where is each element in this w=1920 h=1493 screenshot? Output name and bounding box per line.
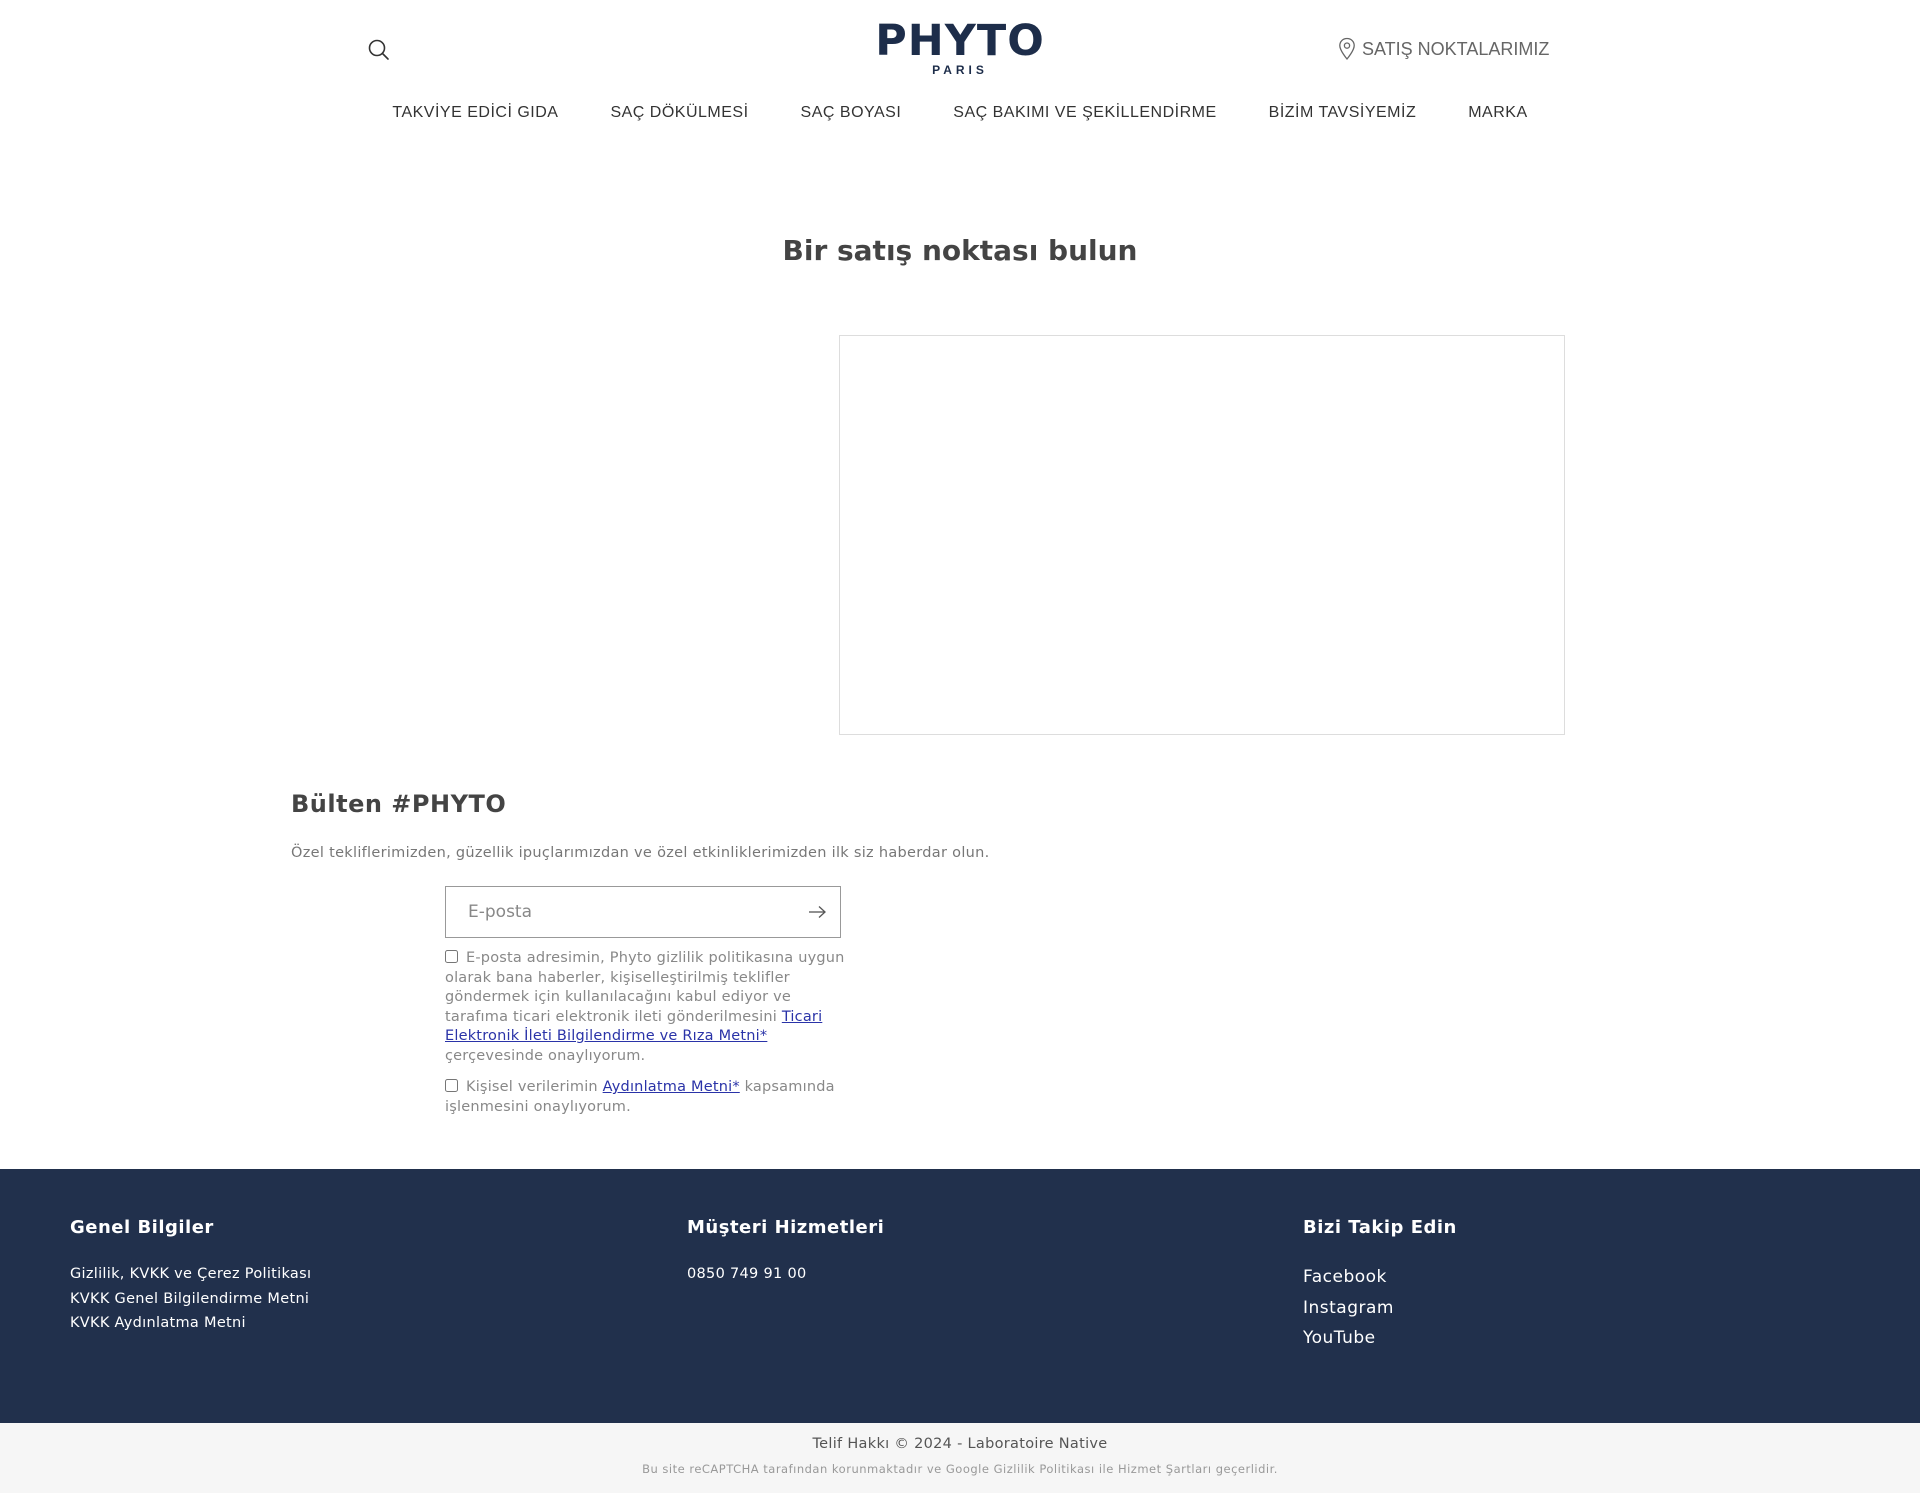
footer-facebook-link[interactable]: Facebook (1303, 1262, 1457, 1293)
store-map[interactable] (839, 335, 1565, 735)
marketing-consent-checkbox[interactable] (445, 950, 458, 963)
nav-item-hair-color[interactable]: SAÇ BOYASI (801, 104, 902, 122)
footer-phone[interactable]: 0850 749 91 00 (687, 1266, 884, 1282)
recaptcha-notice: Bu site reCAPTCHA tarafından korunmaktad… (642, 1462, 1278, 1476)
search-icon[interactable] (365, 36, 393, 64)
privacy-consent: Kişisel verilerimin Aydınlatma Metni* ka… (445, 1078, 845, 1117)
footer-customer-title: Müşteri Hizmetleri (687, 1217, 885, 1238)
footer-kvkk-clarification-link[interactable]: KVKK Aydınlatma Metni (70, 1311, 311, 1336)
marketing-consent: E-posta adresimin, Phyto gizlilik politi… (445, 949, 845, 1066)
footer-bottom-bar: Telif Hakkı © 2024 - Laboratoire Native … (0, 1423, 1920, 1493)
site-footer: Genel Bilgiler Gizlilik, KVKK ve Çerez P… (0, 1169, 1920, 1423)
store-locator-link[interactable]: SATIŞ NOKTALARIMIZ (1338, 37, 1549, 61)
nav-item-supplements[interactable]: TAKVİYE EDİCİ GIDA (392, 104, 558, 122)
nav-item-hair-loss[interactable]: SAÇ DÖKÜLMESİ (610, 104, 748, 122)
footer-social-column: Bizi Takip Edin Facebook Instagram YouTu… (1303, 1217, 1457, 1354)
nav-item-brand[interactable]: MARKA (1468, 104, 1527, 122)
consent1-text-after: çerçevesinde onaylıyorum. (445, 1047, 646, 1064)
footer-customer-column: Müşteri Hizmetleri 0850 749 91 00 (687, 1217, 884, 1282)
footer-privacy-link[interactable]: Gizlilik, KVKK ve Çerez Politikası (70, 1262, 311, 1287)
footer-kvkk-general-link[interactable]: KVKK Genel Bilgilendirme Metni (70, 1287, 311, 1312)
newsletter-description: Özel tekliflerimizden, güzellik ipuçları… (291, 845, 990, 861)
newsletter-title: Bülten #PHYTO (291, 790, 507, 818)
map-pin-icon (1339, 37, 1355, 61)
main-navigation: TAKVİYE EDİCİ GIDA SAÇ DÖKÜLMESİ SAÇ BOY… (0, 104, 1920, 122)
footer-general-column: Genel Bilgiler Gizlilik, KVKK ve Çerez P… (70, 1217, 311, 1336)
clarification-text-link[interactable]: Aydınlatma Metni* (603, 1079, 740, 1095)
footer-instagram-link[interactable]: Instagram (1303, 1293, 1457, 1324)
footer-social-title: Bizi Takip Edin (1303, 1217, 1457, 1238)
footer-general-title: Genel Bilgiler (70, 1217, 214, 1238)
site-header: PHYTO PARIS SATIŞ NOKTALARIMIZ TAKVİYE E… (0, 0, 1920, 150)
consent2-text: Kişisel verilerimin (466, 1079, 603, 1095)
email-input[interactable] (468, 887, 788, 937)
nav-item-recommendation[interactable]: BİZİM TAVSİYEMİZ (1269, 104, 1417, 122)
privacy-consent-checkbox[interactable] (445, 1079, 458, 1092)
nav-item-hair-care-styling[interactable]: SAÇ BAKIMI VE ŞEKİLLENDİRME (953, 104, 1216, 122)
logo-main-text: PHYTO (875, 16, 1045, 66)
arrow-right-icon[interactable] (806, 902, 828, 922)
page-title: Bir satış noktası bulun (782, 234, 1138, 267)
footer-youtube-link[interactable]: YouTube (1303, 1323, 1457, 1354)
brand-logo[interactable]: PHYTO PARIS (860, 18, 1060, 76)
store-locator-label: SATIŞ NOKTALARIMIZ (1362, 38, 1550, 59)
newsletter-email-field (445, 886, 841, 938)
copyright-text: Telif Hakkı © 2024 - Laboratoire Native (812, 1436, 1108, 1452)
